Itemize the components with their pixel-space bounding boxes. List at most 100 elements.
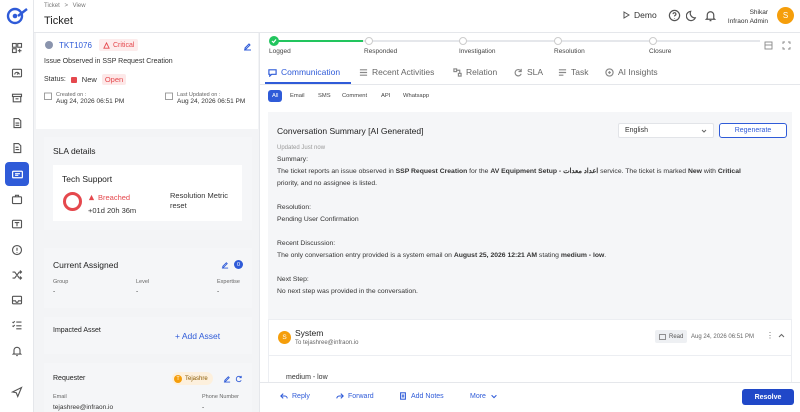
bell-icon[interactable] xyxy=(9,343,25,359)
step-investigation[interactable]: Investigation xyxy=(459,48,496,55)
collapse-icon[interactable] xyxy=(778,333,785,340)
reply-label: Reply xyxy=(292,392,310,400)
more-label: More xyxy=(470,392,486,400)
resolve-button[interactable]: Resolve xyxy=(742,389,794,405)
warning-icon xyxy=(103,41,110,49)
activity-list-icon xyxy=(359,68,368,76)
add-notes-button[interactable]: Add Notes xyxy=(399,392,444,400)
bag-icon[interactable] xyxy=(9,191,25,207)
priority-label: Critical xyxy=(113,41,135,49)
tab-sla[interactable]: SLA xyxy=(514,67,543,77)
edit-assigned-icon[interactable] xyxy=(221,261,229,271)
reply-icon xyxy=(280,393,288,399)
tab-ai-insights[interactable]: AI Insights xyxy=(605,67,658,77)
message-to: To tejashree@infraon.io xyxy=(295,340,359,346)
message-time: Aug 24, 2026 06:51 PM xyxy=(691,334,755,340)
priority-badge: Critical xyxy=(99,39,139,51)
breadcrumb-ticket[interactable]: Ticket xyxy=(44,3,60,9)
step-closure[interactable]: Closure xyxy=(649,48,671,55)
tab-task[interactable]: Task xyxy=(558,67,588,77)
channel-api[interactable]: API xyxy=(377,90,394,102)
resolution-text: Pending User Confirmation xyxy=(277,216,359,223)
user-info[interactable]: Shikar Infraon Admin xyxy=(728,9,768,26)
channel-comment[interactable]: Comment xyxy=(338,90,371,102)
dark-mode-icon[interactable] xyxy=(685,9,699,22)
sla-title: SLA details xyxy=(53,146,96,156)
notes-icon xyxy=(400,392,406,400)
dashboard-icon[interactable] xyxy=(9,40,25,56)
help-icon[interactable] xyxy=(668,9,681,22)
edit-icon[interactable] xyxy=(243,42,252,51)
read-badge: Read xyxy=(655,330,688,343)
tab-communication[interactable]: Communication xyxy=(268,67,340,77)
asset-title: Impacted Asset xyxy=(53,327,101,334)
sla-group: Tech Support xyxy=(62,174,113,184)
step-done-icon xyxy=(269,36,279,46)
notification-bell-icon[interactable] xyxy=(704,9,717,22)
channel-all[interactable]: All xyxy=(268,90,283,102)
speedometer-icon[interactable] xyxy=(9,65,25,81)
step-resolution[interactable]: Resolution xyxy=(554,48,585,55)
channel-email[interactable]: Email xyxy=(286,90,309,102)
requester-tag[interactable]: T Tejashre xyxy=(172,372,213,385)
chevron-down-icon xyxy=(491,394,497,399)
forward-button[interactable]: Forward xyxy=(336,392,374,400)
tab-label: Relation xyxy=(466,67,498,77)
email-value: tejashree@infraon.io xyxy=(53,404,114,411)
assigned-level: Level - xyxy=(136,279,149,295)
regenerate-button[interactable]: Regenerate xyxy=(719,123,787,138)
task-icon xyxy=(558,68,567,76)
assigned-card: Current Assigned 0 Group - Level - Exper… xyxy=(44,248,252,308)
user-avatar[interactable]: S xyxy=(777,7,794,24)
next-step-text: No next step was provided in the convers… xyxy=(277,288,418,295)
checklist-icon[interactable] xyxy=(9,317,25,333)
alert-circle-icon[interactable] xyxy=(9,242,25,258)
archive-icon[interactable] xyxy=(9,90,25,106)
edit-requester-icon[interactable] xyxy=(223,375,231,385)
read-icon xyxy=(659,333,666,340)
channel-whatsapp[interactable]: Whatsapp xyxy=(399,90,433,102)
chevron-down-icon xyxy=(701,129,707,133)
send-icon[interactable] xyxy=(9,384,25,400)
asset-card: Impacted Asset + Add Asset xyxy=(44,317,252,354)
breadcrumb-view: View xyxy=(72,3,86,9)
step-logged[interactable]: Logged xyxy=(269,48,291,55)
status-value: New xyxy=(81,75,97,84)
tab-label: Communication xyxy=(281,67,341,77)
inbox-icon[interactable] xyxy=(9,292,25,308)
demo-button[interactable]: Demo xyxy=(623,10,657,20)
message-body: medium - low xyxy=(286,374,328,381)
shuffle-icon[interactable] xyxy=(9,267,25,283)
summary-paragraph-2: priority, and no assignee is listed. xyxy=(277,180,377,187)
ticket-icon[interactable] xyxy=(5,162,29,186)
grid-view-icon[interactable] xyxy=(764,41,773,52)
box-icon[interactable] xyxy=(9,216,25,232)
stepper-progress xyxy=(273,40,363,42)
tab-relation[interactable]: Relation xyxy=(453,67,497,77)
more-vertical-icon[interactable]: ⋮ xyxy=(766,332,774,340)
more-button[interactable]: More xyxy=(470,392,498,400)
tabs-divider xyxy=(260,84,800,85)
app-logo[interactable] xyxy=(5,6,29,26)
requester-card: Requester T Tejashre Email tejashree@inf… xyxy=(44,363,252,412)
expertise-value: - xyxy=(217,288,220,295)
contract-icon[interactable] xyxy=(9,140,25,156)
status-row: Status: New Open xyxy=(44,74,127,85)
tab-recent-activities[interactable]: Recent Activities xyxy=(359,67,434,77)
updated-block: Last Updated on : Aug 24, 2026 06:51 PM xyxy=(165,92,245,105)
step-responded[interactable]: Responded xyxy=(364,48,397,55)
assigned-expertise: Expertise - xyxy=(217,279,240,295)
left-nav-rail xyxy=(0,0,34,412)
reply-button[interactable]: Reply xyxy=(280,392,310,400)
refresh-requester-icon[interactable] xyxy=(235,375,243,385)
right-panel: Logged Responded Investigation Resolutio… xyxy=(259,33,800,412)
add-asset-button[interactable]: + Add Asset xyxy=(175,331,220,341)
document-icon[interactable] xyxy=(9,115,25,131)
language-select[interactable]: English xyxy=(618,123,714,138)
channel-sms[interactable]: SMS xyxy=(314,90,335,102)
message-avatar: S xyxy=(278,331,291,344)
phone-label: Phone Number xyxy=(202,394,239,400)
expand-icon[interactable] xyxy=(782,41,791,52)
breadcrumb-separator: > xyxy=(64,3,68,9)
created-value: Aug 24, 2026 06:51 PM xyxy=(56,98,125,105)
